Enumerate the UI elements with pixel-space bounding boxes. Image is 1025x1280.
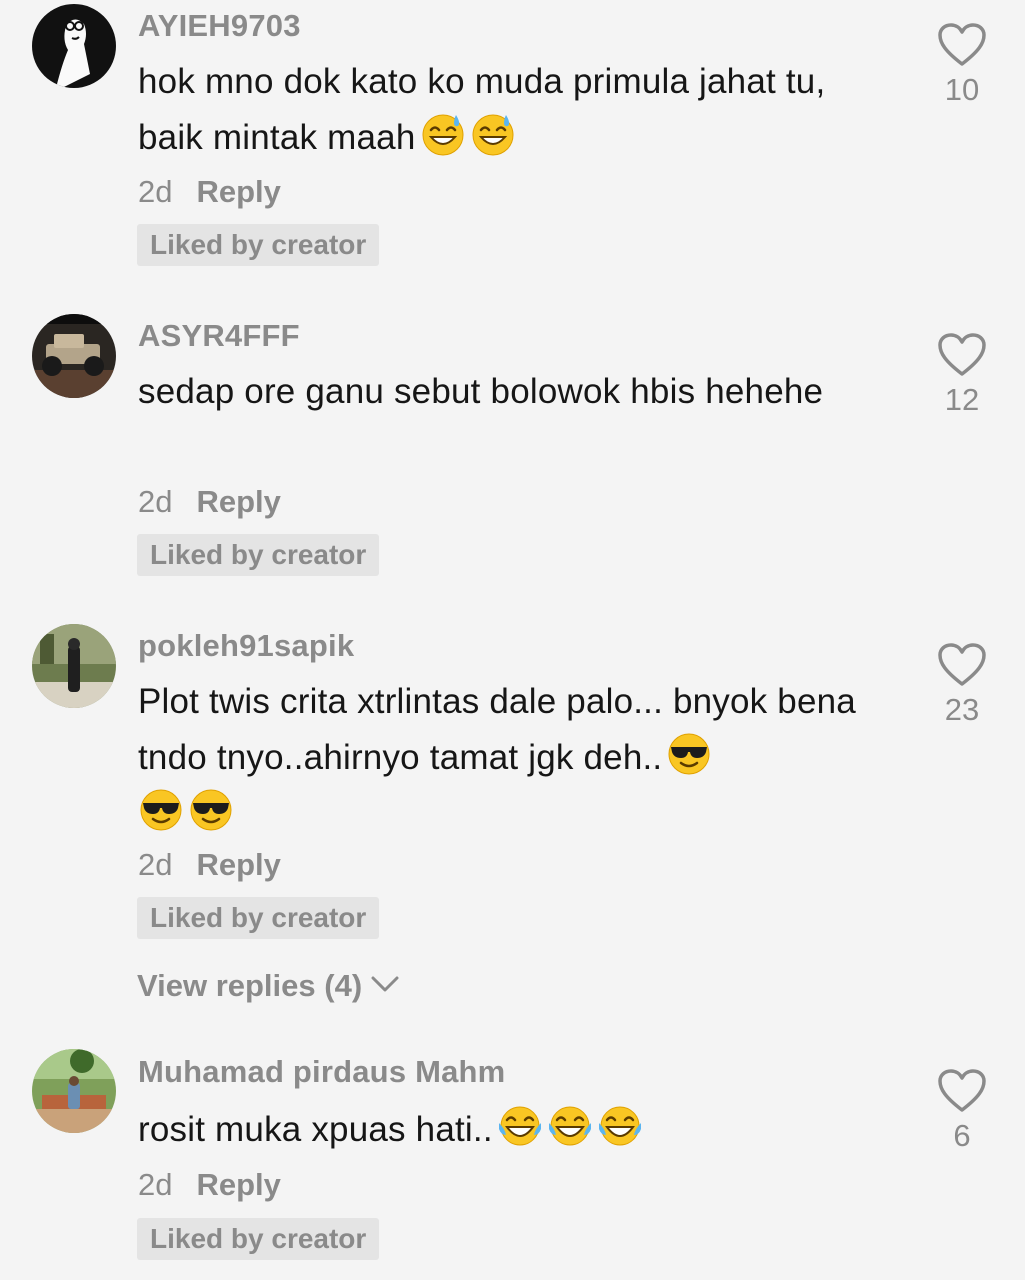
liked-by-creator-badge: Liked by creator xyxy=(137,897,380,939)
comment-username[interactable]: Muhamad pirdaus Mahm xyxy=(138,1054,505,1090)
sunglasses-emoji-icon xyxy=(138,787,184,833)
liked-by-creator-badge: Liked by creator xyxy=(137,224,380,266)
comment-text: sedap ore ganu sebut bolowok hbis hehehe xyxy=(138,364,878,420)
comment-meta: 2d Reply xyxy=(138,1167,281,1203)
like-button[interactable]: 6 xyxy=(922,1068,1002,1154)
comment-username[interactable]: AYIEH9703 xyxy=(138,8,301,44)
heart-icon[interactable] xyxy=(937,332,987,378)
like-button[interactable]: 23 xyxy=(922,642,1002,728)
sunglasses-emoji-icon xyxy=(666,731,712,777)
sunglasses-emoji-icon xyxy=(188,787,234,833)
reply-button[interactable]: Reply xyxy=(196,1167,280,1202)
tears-of-joy-emoji-icon xyxy=(497,1103,543,1149)
like-count: 10 xyxy=(944,72,980,107)
comment-time: 2d xyxy=(138,174,173,209)
avatar[interactable] xyxy=(32,1049,116,1133)
chevron-down-icon xyxy=(371,976,399,992)
tears-of-joy-emoji-icon xyxy=(547,1103,593,1149)
like-count: 23 xyxy=(944,692,980,727)
comment-username[interactable]: pokleh91sapik xyxy=(138,628,354,664)
sweat-smile-emoji-icon xyxy=(420,111,466,157)
like-button[interactable]: 12 xyxy=(922,332,1002,418)
liked-by-creator-badge: Liked by creator xyxy=(137,1218,380,1260)
tears-of-joy-emoji-icon xyxy=(597,1103,643,1149)
reply-button[interactable]: Reply xyxy=(196,847,280,882)
like-button[interactable]: 10 xyxy=(922,22,1002,108)
comment-username[interactable]: ASYR4FFF xyxy=(138,318,300,354)
comment-time: 2d xyxy=(138,484,173,519)
view-replies-button[interactable]: View replies (4) xyxy=(137,968,400,1004)
like-count: 12 xyxy=(944,382,980,417)
avatar[interactable] xyxy=(32,4,116,88)
comment-time: 2d xyxy=(138,1167,173,1202)
comment-text: Plot twis crita xtrlintas dale palo... b… xyxy=(138,674,878,842)
reply-button[interactable]: Reply xyxy=(196,484,280,519)
comment-text-content: Plot twis crita xtrlintas dale palo... b… xyxy=(138,682,856,777)
comment-text: hok mno dok kato ko muda primula jahat t… xyxy=(138,54,878,166)
avatar[interactable] xyxy=(32,624,116,708)
reply-button[interactable]: Reply xyxy=(196,174,280,209)
liked-by-creator-badge: Liked by creator xyxy=(137,534,380,576)
comment-time: 2d xyxy=(138,847,173,882)
heart-icon[interactable] xyxy=(937,1068,987,1114)
comments-list: AYIEH9703 hok mno dok kato ko muda primu… xyxy=(0,0,1025,1280)
comment-text: rosit muka xpuas hati.. xyxy=(138,1102,878,1158)
heart-icon[interactable] xyxy=(937,22,987,68)
comment-text-content: rosit muka xpuas hati.. xyxy=(138,1110,493,1149)
sweat-smile-emoji-icon xyxy=(470,111,516,157)
comment-meta: 2d Reply xyxy=(138,847,281,883)
comment-text-content: sedap ore ganu sebut bolowok hbis hehehe xyxy=(138,372,824,411)
comment-meta: 2d Reply xyxy=(138,484,281,520)
comment-meta: 2d Reply xyxy=(138,174,281,210)
avatar[interactable] xyxy=(32,314,116,398)
like-count: 6 xyxy=(953,1118,971,1153)
heart-icon[interactable] xyxy=(937,642,987,688)
view-replies-label: View replies (4) xyxy=(137,968,363,1003)
